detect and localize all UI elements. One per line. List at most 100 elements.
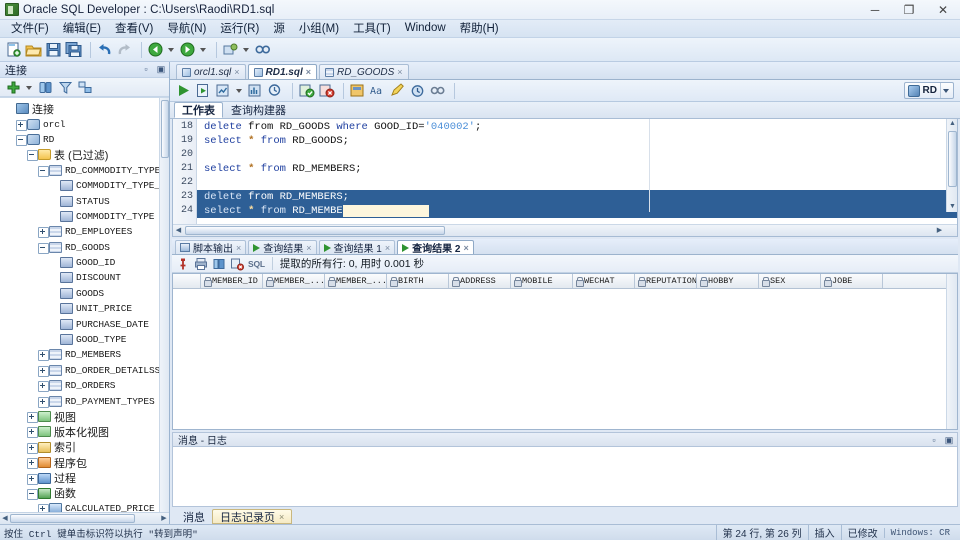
worksheet-tab[interactable]: 工作表 — [174, 102, 223, 118]
tree-item[interactable]: GOOD_ID — [0, 255, 169, 270]
result-tab[interactable]: 脚本输出 × — [175, 240, 247, 255]
result-tab[interactable]: 查询结果 2 × — [397, 240, 474, 255]
tree-item[interactable]: 视图 — [0, 409, 169, 424]
sql-editor[interactable]: 18 19 20 21 22 23 24 delete from RD_GOODS wher… — [172, 119, 958, 237]
editor-tab[interactable]: orcl1.sql × — [176, 64, 246, 79]
result-tab[interactable]: 查询结果 × — [248, 240, 317, 255]
editor-scroll-down-icon[interactable]: ▼ — [947, 202, 957, 212]
tree-item[interactable]: DISCOUNT — [0, 270, 169, 285]
panel-float-icon[interactable]: ▣ — [155, 63, 167, 75]
expand-icon[interactable] — [37, 503, 49, 512]
close-button[interactable]: ✕ — [926, 0, 960, 20]
tree-item[interactable]: RD_ORDER_DETAILSS — [0, 363, 169, 378]
tree-item[interactable]: PURCHASE_DATE — [0, 316, 169, 331]
tree-item[interactable]: COMMODITY_TYPE_ID — [0, 178, 169, 193]
expand-icon[interactable] — [37, 380, 49, 393]
messages-float-icon[interactable]: ▣ — [943, 434, 955, 446]
editor-vscroll-thumb[interactable] — [948, 131, 957, 187]
tree-scroll-right-icon[interactable]: ▶ — [159, 514, 169, 524]
find-icon[interactable] — [429, 82, 446, 99]
collapse-icon[interactable] — [37, 242, 49, 254]
grid-column-header[interactable]: WECHAT — [573, 274, 635, 288]
save-all-icon[interactable] — [65, 41, 82, 58]
expand-icon[interactable] — [15, 119, 27, 131]
tree-item[interactable]: 过程 — [0, 470, 169, 485]
close-icon[interactable]: × — [385, 243, 390, 253]
tree-item[interactable]: GOOD_TYPE — [0, 332, 169, 347]
undo-icon[interactable] — [96, 41, 113, 58]
close-icon[interactable]: × — [463, 243, 468, 253]
tree-item[interactable]: STATUS — [0, 193, 169, 208]
panel-minimize-icon[interactable]: ▫ — [140, 63, 152, 75]
explain-plan-caret-icon[interactable] — [235, 82, 244, 99]
editor-scroll-up-icon[interactable]: ▲ — [947, 119, 957, 129]
run-statement-icon[interactable] — [175, 82, 192, 99]
find-icon[interactable] — [254, 41, 271, 58]
unshared-sql-worksheet-icon[interactable] — [349, 82, 366, 99]
print-icon[interactable] — [194, 257, 208, 271]
add-connection-icon[interactable] — [5, 79, 22, 96]
run-script-icon[interactable] — [195, 82, 212, 99]
refresh-icon[interactable] — [37, 79, 54, 96]
rollback-icon[interactable] — [318, 82, 335, 99]
message-tab[interactable]: 日志记录页 × — [212, 509, 293, 524]
grid-column-header[interactable]: JOBE — [821, 274, 883, 288]
menu-item-1[interactable]: 文件(F) — [4, 19, 56, 38]
menu-item-9[interactable]: Window — [398, 21, 453, 36]
code-line[interactable]: select * from RD_MEMBERS; — [197, 204, 957, 218]
connections-tree-container[interactable]: 连接 orcl RD 表 (已过滤) RD_COMMODITY_TYPES COMMODI… — [0, 97, 169, 512]
tree-item[interactable]: 程序包 — [0, 455, 169, 470]
expand-icon[interactable] — [26, 411, 38, 423]
result-tab[interactable]: 查询结果 1 × — [318, 240, 396, 255]
explain-plan-icon[interactable] — [215, 82, 232, 99]
grid-column-header[interactable]: MEMBER_ID — [201, 274, 263, 288]
tree-item[interactable]: RD_COMMODITY_TYPES — [0, 163, 169, 178]
tree-item[interactable]: 版本化视图 — [0, 424, 169, 439]
deploy-caret-icon[interactable] — [242, 41, 251, 58]
menu-item-4[interactable]: 导航(N) — [160, 19, 213, 38]
grid-column-header[interactable]: HOBBY — [697, 274, 759, 288]
navigate-back-icon[interactable] — [147, 41, 164, 58]
editor-tab[interactable]: RD1.sql × — [247, 64, 318, 79]
editor-vertical-scrollbar[interactable]: ▲ ▼ — [946, 119, 957, 212]
tree-item[interactable]: 连接 — [0, 101, 169, 116]
clear-icon[interactable] — [389, 82, 406, 99]
expand-icon[interactable] — [26, 442, 38, 454]
tree-item[interactable]: RD_PAYMENT_TYPES — [0, 393, 169, 408]
autotrace-icon[interactable] — [247, 82, 264, 99]
insert-mode[interactable]: 插入 — [807, 525, 841, 540]
grid-column-header[interactable]: SEX — [759, 274, 821, 288]
editor-horizontal-scrollbar[interactable]: ◀ ▶ — [173, 224, 957, 236]
tree-item[interactable]: 表 (已过滤) — [0, 147, 169, 162]
results-grid-body[interactable] — [173, 289, 957, 429]
expand-icon[interactable] — [37, 396, 49, 408]
maximize-button[interactable]: ❐ — [892, 0, 926, 20]
tree-vscroll-thumb[interactable] — [161, 100, 169, 158]
close-icon[interactable]: × — [306, 67, 311, 77]
collapse-icon[interactable] — [15, 134, 27, 146]
close-icon[interactable]: × — [234, 67, 239, 77]
code-line[interactable] — [197, 176, 957, 190]
tree-item[interactable]: 索引 — [0, 440, 169, 455]
editor-tab[interactable]: RD_GOODS × — [319, 64, 409, 79]
tree-item[interactable]: 函数 — [0, 486, 169, 501]
editor-hscroll-thumb[interactable] — [185, 226, 445, 235]
menu-item-7[interactable]: 小组(M) — [292, 19, 346, 38]
expand-icon[interactable] — [26, 457, 38, 470]
minimize-button[interactable]: ─ — [858, 0, 892, 20]
code-line[interactable]: delete from RD_GOODS where GOOD_ID='0400… — [197, 120, 957, 134]
freeze-icon[interactable] — [212, 257, 226, 271]
results-grid-vertical-scrollbar[interactable] — [946, 274, 957, 429]
open-folder-icon[interactable] — [25, 41, 42, 58]
code-line[interactable]: select * from RD_MEMBERS; — [197, 162, 957, 176]
tree-item[interactable]: RD_MEMBERS — [0, 347, 169, 362]
close-icon[interactable]: × — [397, 67, 402, 77]
sql-code-area[interactable]: delete from RD_GOODS where GOOD_ID='0400… — [197, 119, 957, 224]
close-icon[interactable]: × — [306, 243, 311, 253]
messages-log-body[interactable] — [172, 446, 958, 507]
expand-icon[interactable] — [37, 349, 49, 362]
commit-icon[interactable] — [298, 82, 315, 99]
grid-column-header[interactable]: MOBILE — [511, 274, 573, 288]
add-connection-caret-icon[interactable] — [25, 79, 34, 96]
sql-history-icon[interactable] — [267, 82, 284, 99]
